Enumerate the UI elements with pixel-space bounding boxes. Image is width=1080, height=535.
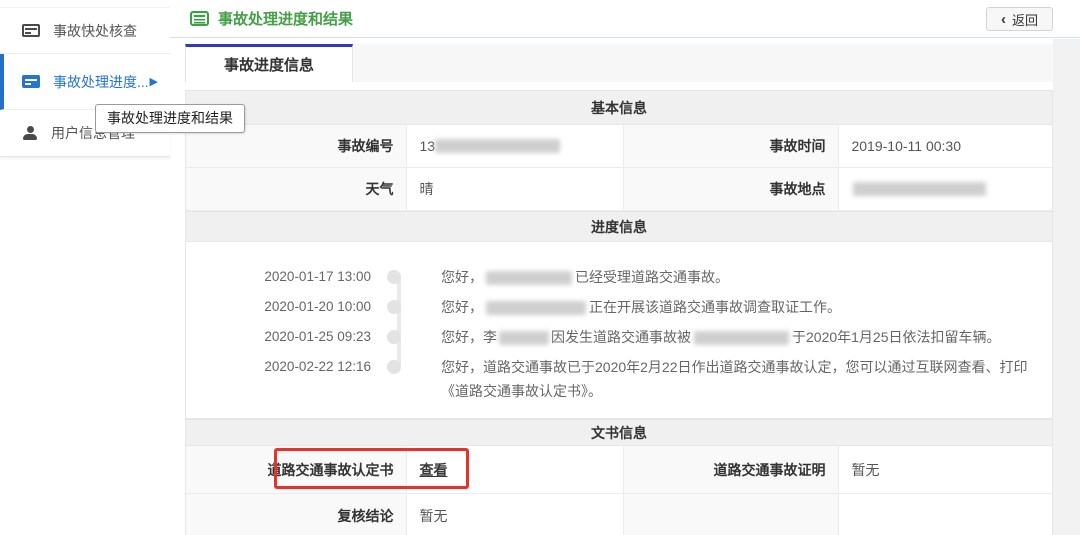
timeline-line — [397, 277, 401, 367]
tab-bar: 事故进度信息 — [185, 44, 1053, 82]
section-header-progress: 进度信息 — [186, 211, 1052, 242]
section-header-documents: 文书信息 — [186, 419, 1052, 446]
proof-label: 道路交通事故证明 — [623, 446, 840, 493]
accident-no-text: 13 — [419, 138, 435, 154]
location-label: 事故地点 — [623, 168, 840, 210]
view-cert-link[interactable]: 查看 — [419, 460, 447, 480]
proof-value: 暂无 — [839, 446, 1052, 493]
progress-timeline: 2020-01-17 13:00 您好， 已经受理道路交通事故。 2020-01-… — [186, 242, 1052, 419]
timeline-date: 2020-01-20 10:00 — [241, 295, 371, 319]
timeline-message: 您好， 已经受理道路交通事故。 — [441, 265, 1031, 289]
table-row: 道路交通事故认定书 查看 道路交通事故证明 暂无 — [186, 446, 1052, 494]
message-text: 您好， — [441, 299, 483, 315]
chevron-right-icon: ▶ — [150, 75, 158, 88]
timeline-date: 2020-01-25 09:23 — [241, 325, 371, 349]
redacted-accident-no — [435, 139, 560, 153]
sidebar-item-quick-check[interactable]: 事故快处核查 — [0, 7, 170, 54]
redacted-authority — [486, 271, 572, 285]
redacted-location — [853, 182, 986, 196]
message-text: 于2020年1月25日依法扣留车辆。 — [792, 329, 1001, 345]
redacted-authority — [486, 301, 586, 315]
sidebar-tooltip: 事故处理进度和结果 — [95, 104, 245, 133]
user-icon — [22, 126, 38, 140]
accident-time-value: 2019-10-11 00:30 — [839, 125, 1052, 167]
location-value — [839, 168, 1052, 210]
weather-value: 晴 — [407, 168, 623, 210]
page-title: 事故处理进度和结果 — [218, 8, 353, 29]
timeline-message: 您好，道路交通事故已于2020年2月22日作出道路交通事故认定，您可以通过互联网… — [441, 355, 1031, 403]
accident-time-label: 事故时间 — [623, 125, 840, 167]
timeline-dot — [387, 300, 401, 314]
timeline-date: 2020-02-22 12:16 — [241, 355, 371, 379]
timeline-message: 您好， 正在开展该道路交通事故调查取证工作。 — [441, 295, 1031, 319]
timeline-dot — [387, 330, 401, 344]
chevron-left-icon: ‹ — [1001, 12, 1006, 27]
table-row: 天气 晴 事故地点 — [186, 168, 1052, 211]
empty-value-cell — [839, 494, 1052, 535]
card-icon — [22, 24, 40, 37]
redacted-name — [499, 331, 549, 345]
timeline-dot — [387, 360, 401, 374]
message-text: 已经受理道路交通事故。 — [575, 269, 729, 285]
back-button[interactable]: ‹ 返回 — [986, 7, 1053, 31]
review-value: 暂无 — [407, 494, 623, 535]
timeline-date: 2020-01-17 13:00 — [241, 265, 371, 289]
page-header: 事故处理进度和结果 ‹ 返回 — [170, 0, 1080, 38]
table-row: 事故编号 13 事故时间 2019-10-11 00:30 — [186, 125, 1052, 168]
accident-no-value: 13 — [407, 125, 623, 167]
empty-label-cell — [623, 494, 840, 535]
message-text: 您好，李 — [441, 329, 497, 345]
redacted-authority — [694, 331, 789, 345]
sidebar-item-label: 事故快处核查 — [53, 21, 137, 41]
message-text: 正在开展该道路交通事故调查取证工作。 — [589, 299, 841, 315]
tab-accident-progress[interactable]: 事故进度信息 — [185, 44, 353, 82]
section-header-basic: 基本信息 — [186, 90, 1052, 125]
detail-table: 基本信息 事故编号 13 事故时间 2019-10-11 00:30 天气 晴 … — [185, 90, 1053, 535]
table-row: 复核结论 暂无 — [186, 494, 1052, 535]
sidebar-item-label: 事故处理进度... — [53, 72, 149, 92]
weather-label: 天气 — [186, 168, 407, 210]
background-strip — [1053, 39, 1080, 535]
sidebar-item-progress[interactable]: 事故处理进度... ▶ — [0, 54, 170, 110]
message-text: 因发生道路交通事故被 — [551, 329, 691, 345]
cert-label: 道路交通事故认定书 — [186, 446, 407, 493]
timeline-message: 您好，李 因发生道路交通事故被 于2020年1月25日依法扣留车辆。 — [441, 325, 1031, 349]
message-text: 您好， — [441, 269, 483, 285]
timeline-dot — [387, 270, 401, 284]
card-icon — [22, 75, 40, 88]
review-label: 复核结论 — [186, 494, 407, 535]
cert-value: 查看 — [407, 446, 623, 493]
sidebar: 事故快处核查 事故处理进度... ▶ 用户信息管理 — [0, 0, 170, 157]
form-list-icon — [190, 11, 209, 26]
back-button-label: 返回 — [1012, 10, 1038, 29]
